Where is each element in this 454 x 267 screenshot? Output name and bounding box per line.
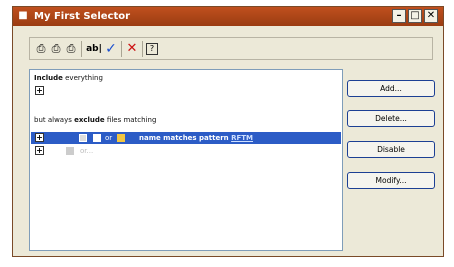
exclude-rule-text: but always exclude files matching (34, 115, 156, 125)
check-icon[interactable]: ✓ (104, 42, 118, 56)
expand-include-icon[interactable]: + (35, 86, 44, 95)
disable-button[interactable]: Disable (347, 141, 435, 158)
close-button[interactable]: ✕ (424, 9, 438, 23)
modify-button[interactable]: Modify... (347, 172, 435, 189)
title-bar[interactable]: ■ My First Selector – □ ✕ (13, 7, 443, 26)
or-label: or (105, 134, 113, 142)
selected-rule-row[interactable]: + or name matches pattern RFTM (31, 132, 341, 144)
include-label: Include (34, 74, 63, 82)
expand-new-rule-icon[interactable]: + (35, 146, 44, 155)
maximize-button[interactable]: □ (408, 9, 422, 23)
selected-rule-text: name matches pattern RFTM (139, 134, 254, 142)
help-icon[interactable]: ? (146, 43, 158, 55)
print-setup-icon[interactable]: ⎙ (64, 42, 78, 56)
include-rest: everything (62, 74, 103, 82)
folder-icon (117, 134, 125, 142)
toolbar-separator (121, 41, 122, 57)
pattern-link[interactable]: RFTM (231, 134, 253, 142)
expand-rule-icon[interactable]: + (35, 133, 44, 142)
selector-window: ■ My First Selector – □ ✕ ⎙ ⎙ ⎙ ab| ✓ ✕ … (12, 6, 444, 257)
exclude-label: exclude (74, 116, 105, 124)
checkbox-icon[interactable] (66, 147, 74, 155)
exclude-prefix: but always (34, 116, 75, 124)
print-preview-icon[interactable]: ⎙ (49, 42, 63, 56)
rename-icon[interactable]: ab| (85, 42, 103, 56)
delete-button[interactable]: Delete... (347, 110, 435, 127)
include-rule-text: Include everything (34, 73, 103, 83)
add-button[interactable]: Add... (347, 80, 435, 97)
checkbox-icon[interactable] (79, 134, 87, 142)
window-title: My First Selector (34, 11, 131, 22)
exclude-suffix: files matching (104, 116, 157, 124)
file-icon (93, 134, 101, 142)
toolbar-separator (142, 41, 143, 57)
toolbar-separator (81, 41, 82, 57)
minimize-button[interactable]: – (392, 9, 406, 23)
delete-icon[interactable]: ✕ (125, 42, 139, 56)
rules-list[interactable]: Include everything + but always exclude … (29, 69, 343, 251)
toolbar: ⎙ ⎙ ⎙ ab| ✓ ✕ ? (29, 37, 433, 60)
app-icon: ■ (18, 10, 28, 21)
print-icon[interactable]: ⎙ (34, 42, 48, 56)
or-placeholder[interactable]: or... (80, 146, 93, 156)
